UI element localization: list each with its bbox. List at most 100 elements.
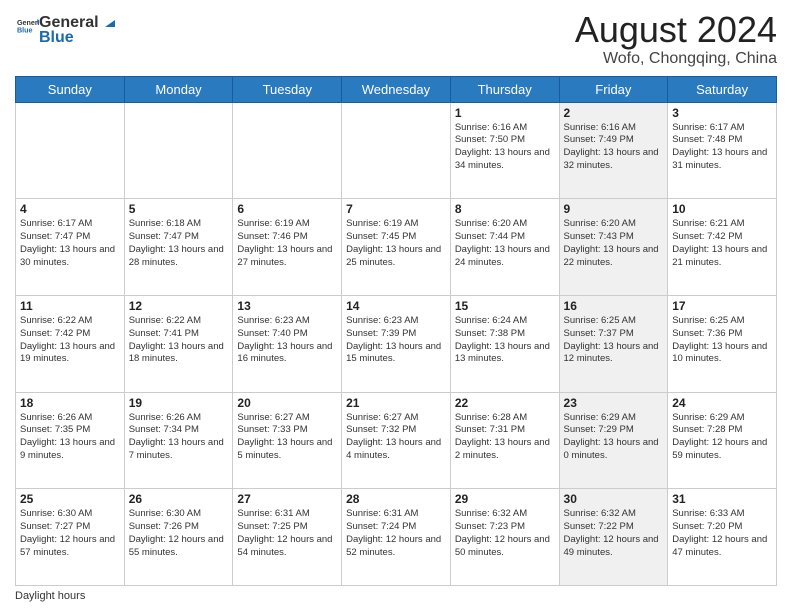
calendar-dow-saturday: Saturday	[668, 76, 777, 102]
calendar-dow-tuesday: Tuesday	[233, 76, 342, 102]
calendar-day-cell: 14Sunrise: 6:23 AM Sunset: 7:39 PM Dayli…	[342, 295, 451, 392]
calendar-dow-friday: Friday	[559, 76, 668, 102]
calendar-day-cell	[124, 102, 233, 199]
day-number: 8	[455, 202, 555, 216]
calendar-day-cell: 9Sunrise: 6:20 AM Sunset: 7:43 PM Daylig…	[559, 199, 668, 296]
day-number: 29	[455, 492, 555, 506]
logo-triangle-icon	[101, 13, 119, 31]
footer: Daylight hours	[15, 590, 777, 602]
day-info: Sunrise: 6:26 AM Sunset: 7:34 PM Dayligh…	[129, 412, 229, 463]
calendar-week-row: 25 Sunrise: 6:30 AM Sunset: 7:27 PM Dayli…	[16, 489, 777, 586]
calendar-day-cell: 15 Sunrise: 6:24 AM Sunset: 7:38 PM Dayli…	[450, 295, 559, 392]
day-number: 4	[20, 202, 120, 216]
day-number: 17	[672, 299, 772, 313]
calendar-day-cell: 26Sunrise: 6:30 AM Sunset: 7:26 PM Dayli…	[124, 489, 233, 586]
logo-icon: General Blue	[17, 16, 39, 38]
calendar-day-cell: 12Sunrise: 6:22 AM Sunset: 7:41 PM Dayli…	[124, 295, 233, 392]
calendar-day-cell	[342, 102, 451, 199]
day-number: 30	[564, 492, 664, 506]
calendar-day-cell: 10 Sunrise: 6:21 AM Sunset: 7:42 PM Dayli…	[668, 199, 777, 296]
main-title: August 2024	[575, 10, 777, 50]
calendar-day-cell	[16, 102, 125, 199]
calendar-dow-sunday: Sunday	[16, 76, 125, 102]
day-info: Sunrise: 6:28 AM Sunset: 7:31 PM Dayligh…	[455, 412, 555, 463]
day-info: Sunrise: 6:16 AM Sunset: 7:50 PM Dayligh…	[455, 122, 555, 173]
calendar-day-cell: 7 Sunrise: 6:19 AM Sunset: 7:45 PM Daylig…	[342, 199, 451, 296]
calendar-day-cell: 31Sunrise: 6:33 AM Sunset: 7:20 PM Dayli…	[668, 489, 777, 586]
header: General Blue General Blue August 2024 Wo…	[15, 10, 777, 68]
calendar-dow-wednesday: Wednesday	[342, 76, 451, 102]
calendar-day-cell: 16Sunrise: 6:25 AM Sunset: 7:37 PM Dayli…	[559, 295, 668, 392]
day-number: 10	[672, 202, 772, 216]
day-info: Sunrise: 6:33 AM Sunset: 7:20 PM Dayligh…	[672, 508, 772, 559]
calendar-day-cell: 5 Sunrise: 6:18 AM Sunset: 7:47 PM Daylig…	[124, 199, 233, 296]
calendar-day-cell	[233, 102, 342, 199]
calendar-day-cell: 17 Sunrise: 6:25 AM Sunset: 7:36 PM Dayli…	[668, 295, 777, 392]
day-info: Sunrise: 6:30 AM Sunset: 7:27 PM Dayligh…	[20, 508, 120, 559]
day-info: Sunrise: 6:24 AM Sunset: 7:38 PM Dayligh…	[455, 315, 555, 366]
calendar-week-row: 11Sunrise: 6:22 AM Sunset: 7:42 PM Dayli…	[16, 295, 777, 392]
day-number: 2	[564, 106, 664, 120]
day-info: Sunrise: 6:27 AM Sunset: 7:32 PM Dayligh…	[346, 412, 446, 463]
day-info: Sunrise: 6:31 AM Sunset: 7:24 PM Dayligh…	[346, 508, 446, 559]
day-info: Sunrise: 6:23 AM Sunset: 7:40 PM Dayligh…	[237, 315, 337, 366]
calendar-day-cell: 11Sunrise: 6:22 AM Sunset: 7:42 PM Dayli…	[16, 295, 125, 392]
footer-text: Daylight hours	[15, 590, 85, 602]
calendar-day-cell: 24Sunrise: 6:29 AM Sunset: 7:28 PM Dayli…	[668, 392, 777, 489]
day-number: 15	[455, 299, 555, 313]
day-number: 7	[346, 202, 446, 216]
calendar-week-row: 18 Sunrise: 6:26 AM Sunset: 7:35 PM Dayli…	[16, 392, 777, 489]
day-info: Sunrise: 6:26 AM Sunset: 7:35 PM Dayligh…	[20, 412, 120, 463]
day-info: Sunrise: 6:21 AM Sunset: 7:42 PM Dayligh…	[672, 218, 772, 269]
calendar-day-cell: 23 Sunrise: 6:29 AM Sunset: 7:29 PM Dayli…	[559, 392, 668, 489]
day-info: Sunrise: 6:29 AM Sunset: 7:29 PM Dayligh…	[564, 412, 664, 463]
calendar-day-cell: 28 Sunrise: 6:31 AM Sunset: 7:24 PM Dayli…	[342, 489, 451, 586]
day-number: 3	[672, 106, 772, 120]
day-number: 5	[129, 202, 229, 216]
day-info: Sunrise: 6:20 AM Sunset: 7:43 PM Dayligh…	[564, 218, 664, 269]
calendar-day-cell: 19Sunrise: 6:26 AM Sunset: 7:34 PM Dayli…	[124, 392, 233, 489]
day-info: Sunrise: 6:22 AM Sunset: 7:41 PM Dayligh…	[129, 315, 229, 366]
logo: General Blue General Blue	[15, 14, 119, 48]
day-info: Sunrise: 6:18 AM Sunset: 7:47 PM Dayligh…	[129, 218, 229, 269]
day-number: 23	[564, 396, 664, 410]
day-info: Sunrise: 6:20 AM Sunset: 7:44 PM Dayligh…	[455, 218, 555, 269]
day-number: 22	[455, 396, 555, 410]
calendar-day-cell: 21 Sunrise: 6:27 AM Sunset: 7:32 PM Dayli…	[342, 392, 451, 489]
calendar-day-cell: 22 Sunrise: 6:28 AM Sunset: 7:31 PM Dayli…	[450, 392, 559, 489]
calendar-week-row: 1Sunrise: 6:16 AM Sunset: 7:50 PM Daylig…	[16, 102, 777, 199]
day-number: 24	[672, 396, 772, 410]
day-number: 20	[237, 396, 337, 410]
calendar-day-cell: 3 Sunrise: 6:17 AM Sunset: 7:48 PM Daylig…	[668, 102, 777, 199]
day-info: Sunrise: 6:19 AM Sunset: 7:46 PM Dayligh…	[237, 218, 337, 269]
day-number: 27	[237, 492, 337, 506]
calendar-dow-thursday: Thursday	[450, 76, 559, 102]
day-info: Sunrise: 6:25 AM Sunset: 7:36 PM Dayligh…	[672, 315, 772, 366]
day-number: 18	[20, 396, 120, 410]
calendar-day-cell: 25 Sunrise: 6:30 AM Sunset: 7:27 PM Dayli…	[16, 489, 125, 586]
calendar-day-cell: 8 Sunrise: 6:20 AM Sunset: 7:44 PM Daylig…	[450, 199, 559, 296]
day-info: Sunrise: 6:30 AM Sunset: 7:26 PM Dayligh…	[129, 508, 229, 559]
day-info: Sunrise: 6:17 AM Sunset: 7:48 PM Dayligh…	[672, 122, 772, 173]
calendar-day-cell: 27 Sunrise: 6:31 AM Sunset: 7:25 PM Dayli…	[233, 489, 342, 586]
calendar-day-cell: 18 Sunrise: 6:26 AM Sunset: 7:35 PM Dayli…	[16, 392, 125, 489]
day-info: Sunrise: 6:16 AM Sunset: 7:49 PM Dayligh…	[564, 122, 664, 173]
day-info: Sunrise: 6:19 AM Sunset: 7:45 PM Dayligh…	[346, 218, 446, 269]
calendar-table: SundayMondayTuesdayWednesdayThursdayFrid…	[15, 76, 777, 586]
calendar-day-cell: 30 Sunrise: 6:32 AM Sunset: 7:22 PM Dayli…	[559, 489, 668, 586]
day-number: 25	[20, 492, 120, 506]
day-number: 28	[346, 492, 446, 506]
calendar-day-cell: 6 Sunrise: 6:19 AM Sunset: 7:46 PM Daylig…	[233, 199, 342, 296]
subtitle: Wofo, Chongqing, China	[575, 50, 777, 68]
day-number: 21	[346, 396, 446, 410]
calendar-day-cell: 29Sunrise: 6:32 AM Sunset: 7:23 PM Dayli…	[450, 489, 559, 586]
page: General Blue General Blue August 2024 Wo…	[0, 0, 792, 612]
day-number: 14	[346, 299, 446, 313]
day-number: 16	[564, 299, 664, 313]
day-number: 11	[20, 299, 120, 313]
calendar-day-cell: 4Sunrise: 6:17 AM Sunset: 7:47 PM Daylig…	[16, 199, 125, 296]
day-info: Sunrise: 6:27 AM Sunset: 7:33 PM Dayligh…	[237, 412, 337, 463]
day-info: Sunrise: 6:31 AM Sunset: 7:25 PM Dayligh…	[237, 508, 337, 559]
day-info: Sunrise: 6:32 AM Sunset: 7:22 PM Dayligh…	[564, 508, 664, 559]
day-number: 6	[237, 202, 337, 216]
